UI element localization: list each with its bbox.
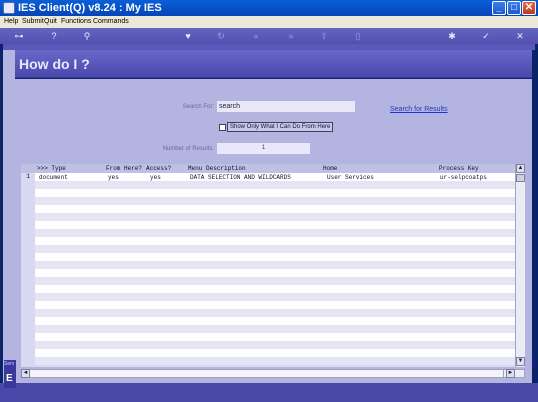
menu-commands[interactable]: Commands xyxy=(93,16,129,28)
table-row[interactable] xyxy=(35,221,515,229)
rewind-icon[interactable]: « xyxy=(250,30,262,42)
settings-icon[interactable]: ✱ xyxy=(446,30,458,42)
results-count-field: 1 xyxy=(217,143,310,154)
results-label: Number of Results: xyxy=(162,146,214,152)
table-row[interactable] xyxy=(35,317,515,325)
table-row[interactable] xyxy=(35,285,515,293)
menu-help[interactable]: Help xyxy=(4,16,18,28)
heart-icon[interactable]: ♥ xyxy=(182,30,194,42)
table-row[interactable] xyxy=(35,293,515,301)
page-header: How do I ? xyxy=(15,50,532,78)
title-bar: IES Client(Q) v8.24 : My IES _ □ ✕ xyxy=(0,0,538,16)
table-row[interactable] xyxy=(35,301,515,309)
table-row[interactable] xyxy=(35,229,515,237)
column-type[interactable]: >>> Type xyxy=(37,165,66,172)
table-row[interactable] xyxy=(35,197,515,205)
table-row[interactable] xyxy=(35,349,515,357)
refresh-icon[interactable]: ↻ xyxy=(215,30,227,42)
cell-process-key: ur-selpcoatps xyxy=(440,174,487,181)
column-menu-description[interactable]: Menu Description xyxy=(188,165,246,172)
window-title: IES Client(Q) v8.24 : My IES xyxy=(18,2,162,14)
vertical-scrollbar[interactable]: ▲ ▼ xyxy=(515,164,525,367)
cell-home: User Services xyxy=(327,174,374,181)
menu-submit[interactable]: Submit xyxy=(22,16,44,28)
menu-bar: Help Submit Quit Functions Commands xyxy=(0,16,538,28)
toolbar: ⊶ ? ⚲ ♥ ↻ « » ⇪ ▯ ✱ ✓ ✕ xyxy=(0,28,538,44)
show-only-label[interactable]: Show Only What I Can Do From Here xyxy=(227,122,334,132)
scroll-thumb[interactable] xyxy=(516,174,525,182)
results-grid: >>> Type From Here? Access? Menu Descrip… xyxy=(21,164,525,367)
column-home[interactable]: Home xyxy=(323,165,337,172)
forward-icon[interactable]: » xyxy=(285,30,297,42)
status-strip xyxy=(0,383,538,402)
cell-type: document xyxy=(39,174,68,181)
page-title: How do I ? xyxy=(19,56,90,72)
cell-description: DATA SELECTION AND WILDCARDS xyxy=(190,174,291,181)
table-row[interactable]: document yes yes DATA SELECTION AND WILD… xyxy=(35,173,515,181)
horizontal-scrollbar[interactable]: ◄ ► xyxy=(21,369,525,378)
search-input[interactable]: search xyxy=(217,101,355,112)
row-number: 1 xyxy=(26,173,30,180)
column-from-here[interactable]: From Here? xyxy=(106,165,142,172)
table-row[interactable] xyxy=(35,261,515,269)
cell-access: yes xyxy=(150,174,161,181)
table-row[interactable] xyxy=(35,277,515,285)
table-row[interactable] xyxy=(35,189,515,197)
cell-from-here: yes xyxy=(108,174,119,181)
table-row[interactable] xyxy=(35,309,515,317)
table-row[interactable] xyxy=(35,341,515,349)
side-tab-letter: E xyxy=(6,373,13,384)
scroll-right-button[interactable]: ► xyxy=(506,369,515,378)
minimize-button[interactable]: _ xyxy=(492,1,506,15)
scroll-left-button[interactable]: ◄ xyxy=(21,369,30,378)
close-window-button[interactable]: ✕ xyxy=(522,1,536,15)
table-row[interactable] xyxy=(35,237,515,245)
table-row[interactable] xyxy=(35,333,515,341)
grid-rows: document yes yes DATA SELECTION AND WILD… xyxy=(35,173,515,367)
table-row[interactable] xyxy=(35,253,515,261)
key-icon[interactable]: ⊶ xyxy=(10,30,28,42)
show-only-checkbox[interactable] xyxy=(219,124,226,131)
table-row[interactable] xyxy=(35,269,515,277)
scroll-down-button[interactable]: ▼ xyxy=(516,357,525,366)
menu-functions[interactable]: Functions xyxy=(61,16,91,28)
side-tab-label: Serv xyxy=(4,361,15,367)
table-row[interactable] xyxy=(35,245,515,253)
app-icon xyxy=(3,2,15,14)
help-icon[interactable]: ? xyxy=(48,30,60,42)
column-process-key[interactable]: Process Key xyxy=(439,165,479,172)
check-icon[interactable]: ✓ xyxy=(480,30,492,42)
right-edge-marker xyxy=(532,358,535,368)
table-row[interactable] xyxy=(35,325,515,333)
table-row[interactable] xyxy=(35,181,515,189)
left-strip xyxy=(3,50,15,383)
column-access[interactable]: Access? xyxy=(146,165,171,172)
copy-icon[interactable]: ▯ xyxy=(352,30,364,42)
maximize-button[interactable]: □ xyxy=(507,1,521,15)
search-label: Search For: xyxy=(182,104,214,110)
search-icon[interactable]: ⚲ xyxy=(81,30,93,42)
close-icon[interactable]: ✕ xyxy=(514,30,526,42)
table-row[interactable] xyxy=(35,357,515,365)
table-row[interactable] xyxy=(35,213,515,221)
table-row[interactable] xyxy=(35,205,515,213)
scroll-up-button[interactable]: ▲ xyxy=(516,164,525,173)
menu-quit[interactable]: Quit xyxy=(44,16,57,28)
horizontal-scroll-thumb[interactable] xyxy=(31,370,504,377)
search-results-link[interactable]: Search for Results xyxy=(390,106,448,113)
export-icon[interactable]: ⇪ xyxy=(318,30,330,42)
grid-header: >>> Type From Here? Access? Menu Descrip… xyxy=(21,164,515,173)
